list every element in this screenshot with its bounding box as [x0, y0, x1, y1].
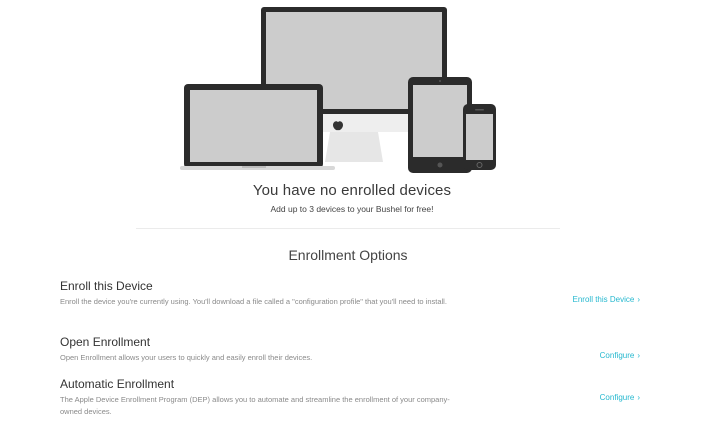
- chevron-right-icon: ›: [637, 393, 640, 402]
- enrollment-page: You have no enrolled devices Add up to 3…: [0, 0, 704, 426]
- enroll-this-device-link[interactable]: Enroll this Device ›: [573, 295, 640, 304]
- laptop-illustration: [180, 84, 335, 170]
- devices-illustration: [180, 7, 496, 173]
- action-label: Configure: [599, 393, 635, 402]
- option-description: The Apple Device Enrollment Program (DEP…: [60, 395, 450, 416]
- option-description: Open Enrollment allows your users to qui…: [60, 353, 313, 362]
- divider: [136, 228, 560, 229]
- phone-illustration: [463, 104, 496, 170]
- option-enroll-this-device: Enroll this Device Enroll the device you…: [60, 279, 640, 308]
- empty-state-title: You have no enrolled devices: [252, 182, 452, 199]
- section-title: Enrollment Options: [288, 247, 408, 263]
- option-title: Enroll this Device: [60, 279, 153, 293]
- tablet-illustration: [408, 77, 472, 173]
- chevron-right-icon: ›: [637, 351, 640, 360]
- chevron-right-icon: ›: [637, 295, 640, 304]
- option-open-enrollment: Open Enrollment Open Enrollment allows y…: [60, 335, 640, 364]
- option-title: Open Enrollment: [60, 335, 151, 349]
- action-label: Enroll this Device: [572, 295, 635, 304]
- option-title: Automatic Enrollment: [60, 377, 175, 391]
- option-automatic-enrollment: Automatic Enrollment The Apple Device En…: [60, 377, 640, 418]
- configure-automatic-enrollment-link[interactable]: Configure ›: [600, 393, 640, 402]
- configure-open-enrollment-link[interactable]: Configure ›: [600, 351, 640, 360]
- empty-state-subtitle: Add up to 3 devices to your Bushel for f…: [270, 204, 434, 214]
- option-description: Enroll the device you're currently using…: [60, 297, 447, 306]
- action-label: Configure: [599, 351, 635, 360]
